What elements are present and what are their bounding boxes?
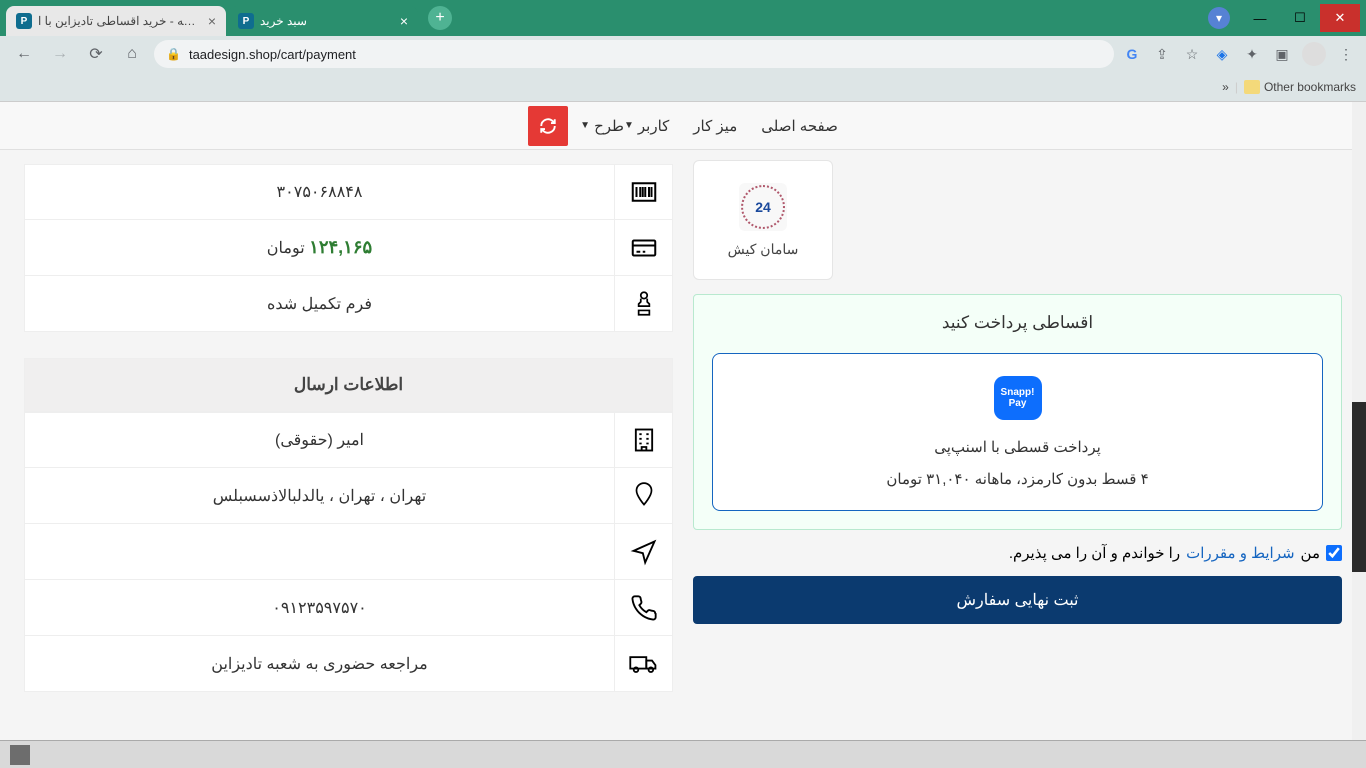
page-scrollbar[interactable] — [1352, 102, 1366, 740]
terms-checkbox[interactable] — [1326, 545, 1342, 561]
tab-title: سبد خرید — [260, 14, 394, 28]
installment-detail: ۴ قسط بدون کارمزد، ماهانه ۳۱,۰۴۰ تومان — [729, 470, 1306, 488]
navigation-icon — [614, 524, 672, 579]
app-nav: صفحه اصلی میز کار کاربر▼ طرح▼ — [0, 102, 1366, 150]
shipping-delivery: مراجعه حضوری به شعبه تادیزاین — [25, 654, 614, 674]
browser-address-bar: ← → ⟳ ⌂ 🔒 taadesign.shop/cart/payment G … — [0, 36, 1366, 72]
building-icon — [614, 413, 672, 467]
terms-checkbox-row[interactable]: من شرایط و مقررات را خواندم و آن را می پ… — [693, 544, 1342, 562]
shipping-nav-row — [24, 524, 673, 580]
order-price: ۱۲۴,۱۶۵ تومان — [25, 237, 614, 258]
url-text: taadesign.shop/cart/payment — [189, 47, 356, 62]
other-bookmarks-button[interactable]: Other bookmarks — [1244, 80, 1356, 94]
window-minimize-button[interactable]: — — [1240, 4, 1280, 32]
snapp-pay-option[interactable]: Snapp! Pay پرداخت قسطی با اسنپ‌پی ۴ قسط … — [712, 353, 1323, 511]
chess-piece-icon — [614, 276, 672, 331]
terms-post: را خواندم و آن را می پذیرم. — [1009, 544, 1180, 562]
folder-icon — [1244, 80, 1260, 94]
other-bookmarks-label: Other bookmarks — [1264, 80, 1356, 94]
browser-tab[interactable]: P سبد خرید × — [228, 6, 418, 36]
submit-order-button[interactable]: ثبت نهایی سفارش — [693, 576, 1342, 624]
bookmarks-bar: » | Other bookmarks — [0, 72, 1366, 102]
gateway-name: سامان کیش — [728, 241, 799, 258]
truck-icon — [614, 636, 672, 691]
os-taskbar — [0, 740, 1366, 768]
nav-user[interactable]: کاربر▼ — [624, 117, 669, 135]
refresh-button[interactable] — [528, 106, 568, 146]
browser-tab-strip: P ویرایش صفحه - خرید اقساطی تادیزاین با … — [0, 0, 1366, 36]
shipping-name-row: امیر (حقوقی) — [24, 412, 673, 468]
terms-link[interactable]: شرایط و مقررات — [1186, 544, 1294, 562]
chrome-menu-icon[interactable]: ⋮ — [1336, 44, 1356, 64]
shield-icon[interactable]: ◈ — [1212, 44, 1232, 64]
payment-gateway-card[interactable]: 24 سامان کیش — [693, 160, 833, 280]
browser-tab-active[interactable]: P ویرایش صفحه - خرید اقساطی تادیزاین با … — [6, 6, 226, 36]
shipping-delivery-row: مراجعه حضوری به شعبه تادیزاین — [24, 636, 673, 692]
shipping-address-row: تهران ، تهران ، یالدلبالاذسسبلس — [24, 468, 673, 524]
tab-favicon: P — [16, 13, 32, 29]
taskbar-app-icon[interactable] — [10, 745, 30, 765]
chevron-down-icon: ▼ — [580, 120, 590, 131]
nav-desk[interactable]: میز کار — [693, 117, 737, 135]
order-form-status: فرم تکمیل شده — [25, 294, 614, 314]
window-close-button[interactable]: ✕ — [1320, 4, 1360, 32]
nav-back-button[interactable]: ← — [10, 40, 38, 68]
snapp-pay-logo: Snapp! Pay — [994, 376, 1042, 420]
nav-home-button[interactable]: ⌂ — [118, 40, 146, 68]
order-price-row: ۱۲۴,۱۶۵ تومان — [24, 220, 673, 276]
shipping-address: تهران ، تهران ، یالدلبالاذسسبلس — [25, 486, 614, 506]
installment-title: اقساطی پرداخت کنید — [712, 313, 1323, 333]
shipping-phone-row: ۰۹۱۲۳۵۹۷۵۷۰ — [24, 580, 673, 636]
window-maximize-button[interactable]: ☐ — [1280, 4, 1320, 32]
nav-home[interactable]: صفحه اصلی — [761, 117, 838, 135]
new-tab-button[interactable]: + — [428, 6, 452, 30]
lock-icon: 🔒 — [166, 47, 181, 61]
installment-section: اقساطی پرداخت کنید Snapp! Pay پرداخت قسط… — [693, 294, 1342, 530]
gateway-logo: 24 — [739, 183, 787, 231]
nav-forward-button[interactable]: → — [46, 40, 74, 68]
credit-card-icon — [614, 220, 672, 275]
side-panel-icon[interactable]: ▣ — [1272, 44, 1292, 64]
extensions-icon[interactable]: ✦ — [1242, 44, 1262, 64]
shipping-phone: ۰۹۱۲۳۵۹۷۵۷۰ — [25, 598, 614, 618]
google-icon[interactable]: G — [1122, 44, 1142, 64]
nav-reload-button[interactable]: ⟳ — [82, 40, 110, 68]
shipping-header: اطلاعات ارسال — [24, 358, 673, 412]
tab-favicon: P — [238, 13, 254, 29]
share-icon[interactable]: ⇪ — [1152, 44, 1172, 64]
order-code: ۳۰۷۵۰۶۸۸۴۸ — [25, 182, 614, 202]
installment-desc: پرداخت قسطی با اسنپ‌پی — [729, 438, 1306, 456]
shipping-name: امیر (حقوقی) — [25, 430, 614, 450]
plan-dropdown[interactable]: طرح▼ — [580, 117, 624, 135]
tab-title: ویرایش صفحه - خرید اقساطی تادیزاین با ا — [38, 14, 202, 28]
terms-pre: من — [1301, 544, 1320, 562]
window-search-icon[interactable]: ▾ — [1208, 7, 1230, 29]
bookmarks-overflow[interactable]: » — [1222, 80, 1229, 94]
scrollbar-thumb[interactable] — [1352, 402, 1366, 572]
close-tab-icon[interactable]: × — [208, 13, 216, 29]
phone-icon — [614, 580, 672, 635]
order-form-row: فرم تکمیل شده — [24, 276, 673, 332]
order-code-row: ۳۰۷۵۰۶۸۸۴۸ — [24, 164, 673, 220]
star-icon[interactable]: ☆ — [1182, 44, 1202, 64]
chevron-down-icon: ▼ — [624, 120, 634, 131]
pin-icon — [614, 468, 672, 523]
url-input[interactable]: 🔒 taadesign.shop/cart/payment — [154, 40, 1114, 68]
profile-avatar[interactable] — [1302, 42, 1326, 66]
barcode-icon — [614, 165, 672, 219]
close-tab-icon[interactable]: × — [400, 13, 408, 29]
